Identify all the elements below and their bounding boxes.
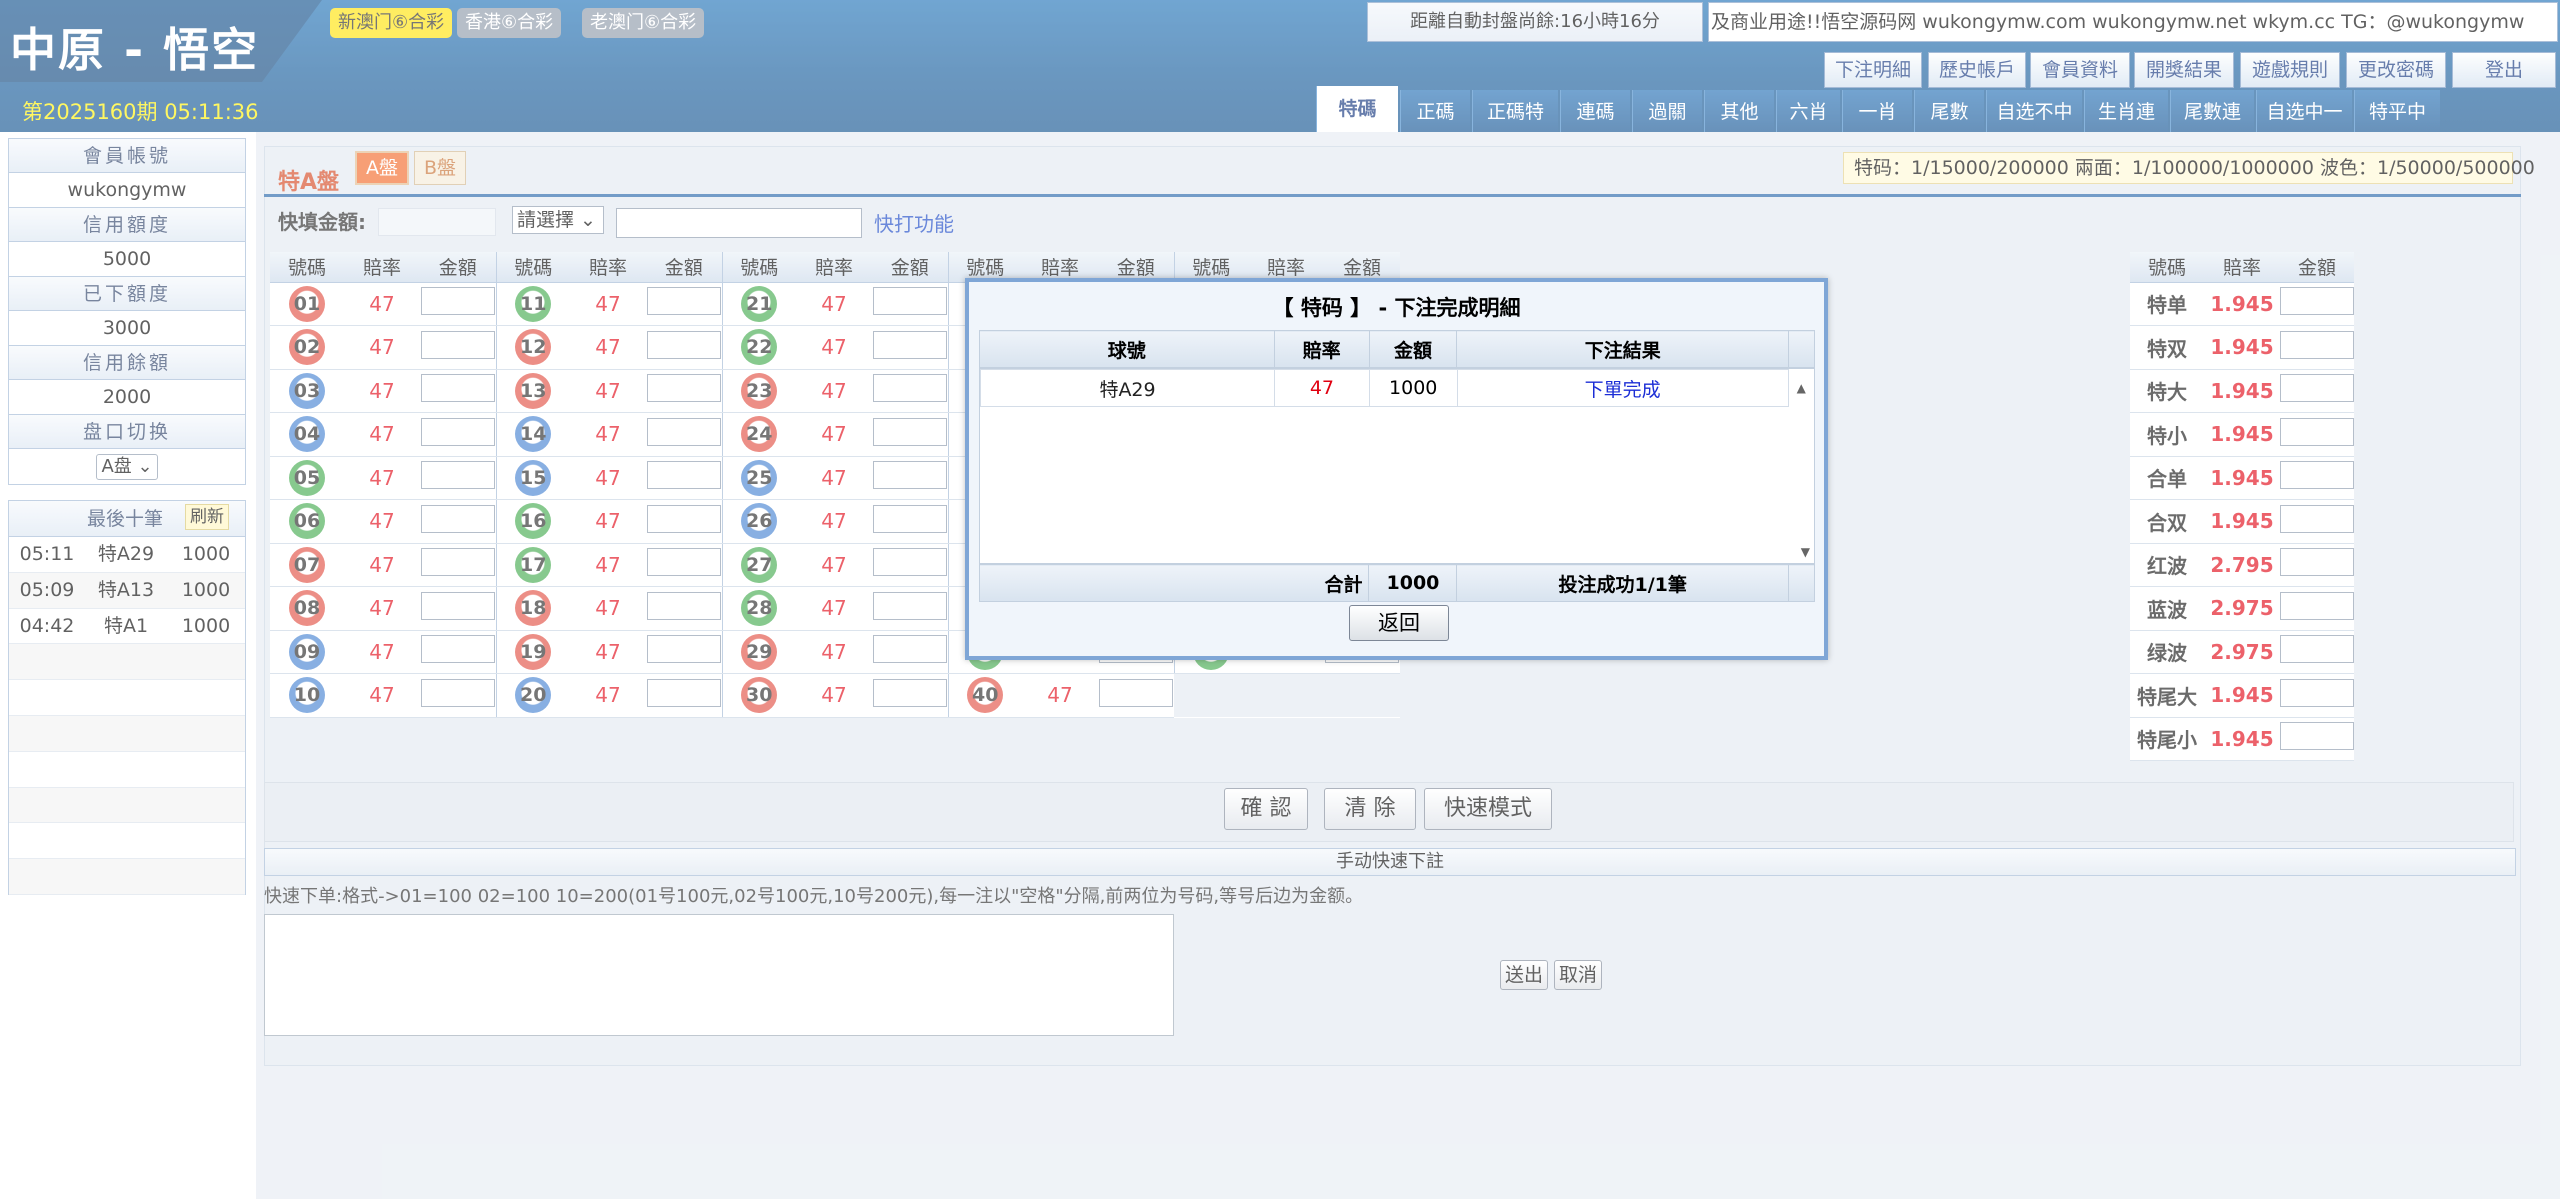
dialog-col-odds: 賠率 xyxy=(1273,330,1370,368)
dialog-total-result: 投注成功1/1筆 xyxy=(1456,564,1789,602)
dialog-footer-spacer xyxy=(1788,564,1815,602)
dialog-result: 下單完成 xyxy=(1456,369,1789,407)
bet-result-dialog: 【 特码 】 - 下注完成明細 球號 賠率 金額 下注結果 特A29 47 10… xyxy=(965,278,1828,660)
dialog-title: 【 特码 】 - 下注完成明細 xyxy=(1272,296,1521,320)
dialog-amount: 1000 xyxy=(1368,369,1458,407)
dialog-col-ball: 球號 xyxy=(979,330,1275,368)
dialog-table: 球號 賠率 金額 下注結果 xyxy=(979,330,1815,368)
dialog-ball: 特A29 xyxy=(979,369,1276,407)
dialog-odds: 47 xyxy=(1274,369,1370,407)
dialog-total-amount: 1000 xyxy=(1368,564,1458,602)
dialog-row-table: 特A29 47 1000 下單完成 ▲ xyxy=(979,369,1815,407)
dialog-back-button[interactable]: 返回 xyxy=(1349,605,1449,641)
dialog-col-amount: 金額 xyxy=(1368,330,1458,368)
scroll-down-icon[interactable]: ▼ xyxy=(1801,545,1810,559)
dialog-total-label: 合計 xyxy=(978,564,1370,602)
dialog-list: 特A29 47 1000 下單完成 ▲ ▼ xyxy=(979,368,1815,564)
dialog-footer: 合計 1000 投注成功1/1筆 xyxy=(978,564,1815,602)
dialog-col-scroll xyxy=(1788,330,1815,368)
dialog-col-result: 下注結果 xyxy=(1456,330,1789,368)
scroll-up-icon[interactable]: ▲ xyxy=(1788,370,1814,407)
dialog-result-row: 特A29 47 1000 下單完成 ▲ xyxy=(979,369,1815,407)
